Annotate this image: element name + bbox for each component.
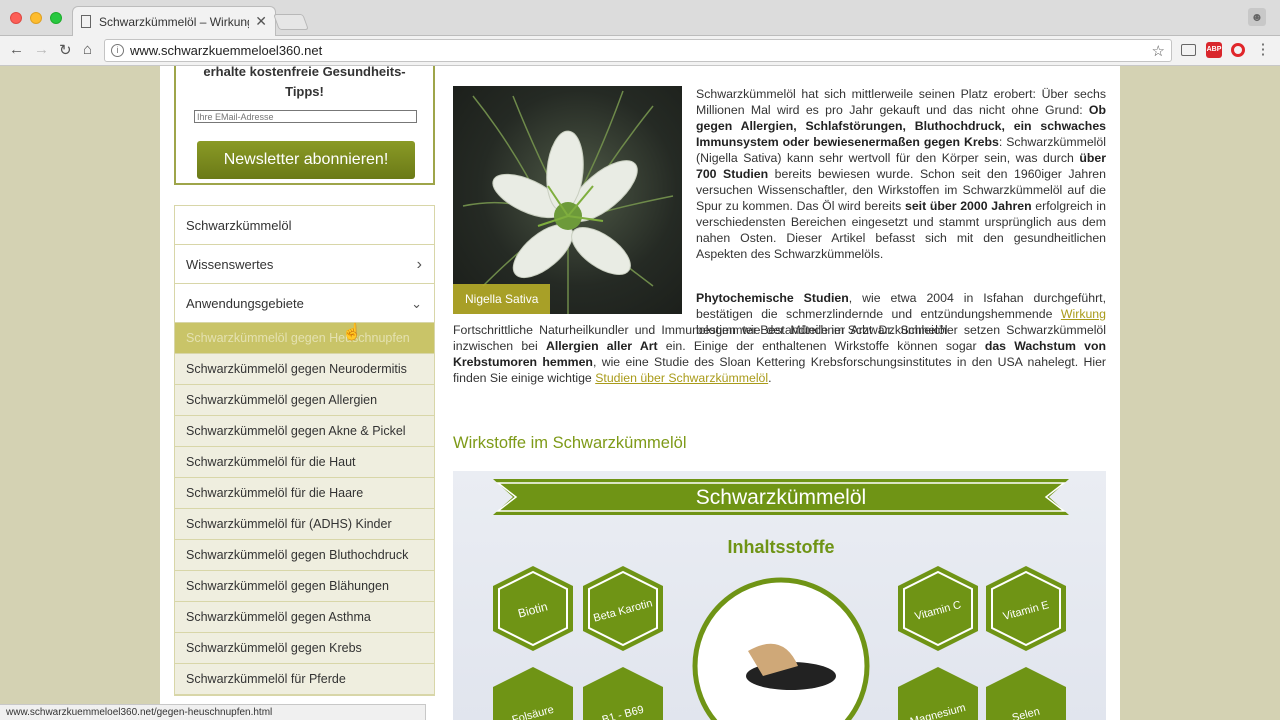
sidebar-subitem[interactable]: Schwarzkümmelöl für Pferde — [175, 664, 434, 695]
profile-icon[interactable]: ☻ — [1248, 8, 1266, 26]
address-bar[interactable]: i www.schwarzkuemmeloel360.net ☆ — [104, 39, 1172, 62]
opera-icon[interactable] — [1231, 43, 1245, 57]
browser-tab-bar: Schwarzkümmelöl – Wirkung, I ✕ ☻ — [0, 0, 1280, 36]
bold-text: seit über 2000 Jahren — [905, 199, 1032, 213]
sidebar-subitem[interactable]: Schwarzkümmelöl gegen Krebs — [175, 633, 434, 664]
sidebar: erhalte kostenfreie Gesundheits- Tipps! … — [160, 64, 450, 720]
sidebar-subitem[interactable]: Schwarzkümmelöl gegen Neurodermitis — [175, 354, 434, 385]
sidebar-subitem[interactable]: Schwarzkümmelöl für die Haut — [175, 447, 434, 478]
bold-text: Phytochemische Studien — [696, 291, 849, 305]
window-close-button[interactable] — [10, 12, 22, 24]
document-icon — [81, 15, 91, 28]
browser-tab[interactable]: Schwarzkümmelöl – Wirkung, I ✕ — [72, 6, 276, 36]
close-tab-icon[interactable]: ✕ — [255, 13, 267, 30]
hand-cursor-icon: ☝ — [342, 324, 362, 341]
forward-icon[interactable]: → — [34, 41, 49, 58]
intro-paragraph: Schwarzkümmelöl hat sich mittlerweile se… — [696, 86, 1106, 262]
text-span: . — [768, 371, 772, 385]
sidebar-subitem[interactable]: Schwarzkümmelöl gegen Allergien — [175, 385, 434, 416]
sidebar-subitem[interactable]: Schwarzkümmelöl gegen Asthma — [175, 602, 434, 633]
sidebar-item-anwendungsgebiete[interactable]: Anwendungsgebiete ⌄ — [175, 284, 434, 323]
text-span: ein. Einige der enthaltenen Wirkstoffe k… — [657, 339, 985, 353]
url-text: www.schwarzkuemmeloel360.net — [130, 43, 323, 58]
newsletter-title: erhalte kostenfreie Gesundheits- Tipps! — [176, 62, 433, 102]
newsletter-box: erhalte kostenfreie Gesundheits- Tipps! … — [174, 64, 435, 185]
flower-illustration — [462, 90, 674, 314]
info-icon[interactable]: i — [111, 44, 124, 57]
chevron-down-icon: ⌄ — [411, 296, 422, 311]
cast-icon[interactable] — [1181, 44, 1196, 56]
sidebar-subitem[interactable]: Schwarzkümmelöl für (ADHS) Kinder — [175, 509, 434, 540]
menu-icon[interactable]: ⋮ — [1255, 42, 1271, 58]
sidebar-subitem[interactable]: Schwarzkümmelöl für die Haare — [175, 478, 434, 509]
newsletter-subscribe-button[interactable]: Newsletter abonnieren! — [197, 141, 415, 179]
window-minimize-button[interactable] — [30, 12, 42, 24]
sidebar-item-wissenswertes[interactable]: Wissenswertes › — [175, 245, 434, 284]
banner-title: Schwarzkümmelöl — [696, 486, 866, 509]
chevron-right-icon: › — [416, 256, 422, 273]
home-icon[interactable]: ⌂ — [83, 41, 92, 58]
back-icon[interactable]: ← — [9, 41, 24, 58]
bookmark-star-icon[interactable]: ☆ — [1152, 42, 1165, 60]
section-heading: Wirkstoffe im Schwarzkümmelöl — [453, 434, 687, 452]
nigella-sativa-image: Nigella Sativa — [453, 86, 682, 314]
reload-icon[interactable]: ↻ — [59, 41, 72, 59]
ingredients-infographic: Schwarzkümmelöl Inhaltsstoffe Biotin Bet… — [453, 471, 1106, 720]
sidebar-subitem[interactable]: Schwarzkümmelöl gegen Heuschnupfen — [175, 323, 434, 354]
text-span: Schwarzkümmelöl hat sich mittlerweile se… — [696, 87, 1106, 117]
main-content: Nigella Sativa Schwarzkümmelöl hat sich … — [450, 66, 1120, 720]
studien-link[interactable]: Studien über Schwarzkümmelöl — [595, 371, 768, 385]
infographic-graphic: Schwarzkümmelöl Inhaltsstoffe Biotin Bet… — [493, 479, 1069, 720]
sidebar-item-schwarzkuemmeloel[interactable]: Schwarzkümmelöl — [175, 206, 434, 245]
sidebar-subitem[interactable]: Schwarzkümmelöl gegen Akne & Pickel — [175, 416, 434, 447]
image-caption: Nigella Sativa — [453, 284, 551, 314]
studies-paragraph-bottom: Fortschrittliche Naturheilkundler und Im… — [453, 322, 1106, 386]
sidebar-item-label: Wissenswertes — [186, 257, 274, 272]
email-field[interactable] — [194, 110, 417, 123]
window-maximize-button[interactable] — [50, 12, 62, 24]
new-tab-button[interactable] — [273, 14, 309, 30]
wirkung-link[interactable]: Wirkung — [1061, 307, 1106, 321]
tab-title: Schwarzkümmelöl – Wirkung, I — [99, 14, 250, 29]
infographic-subtitle: Inhaltsstoffe — [727, 537, 834, 557]
status-bar-url: www.schwarzkuemmeloel360.net/gegen-heusc… — [0, 704, 426, 720]
adblock-icon[interactable]: ABP — [1206, 42, 1222, 58]
sidebar-item-label: Schwarzkümmelöl — [186, 218, 292, 233]
sidebar-item-label: Anwendungsgebiete — [186, 296, 304, 311]
newsletter-title-line: erhalte kostenfreie Gesundheits- — [203, 64, 406, 79]
sidebar-nav: Schwarzkümmelöl Wissenswertes › Anwendung… — [174, 205, 435, 696]
sidebar-subitem[interactable]: Schwarzkümmelöl gegen Bluthochdruck — [175, 540, 434, 571]
newsletter-title-line: Tipps! — [285, 84, 324, 99]
sidebar-subitem[interactable]: Schwarzkümmelöl gegen Blähungen — [175, 571, 434, 602]
bold-text: Allergien aller Art — [545, 339, 658, 353]
